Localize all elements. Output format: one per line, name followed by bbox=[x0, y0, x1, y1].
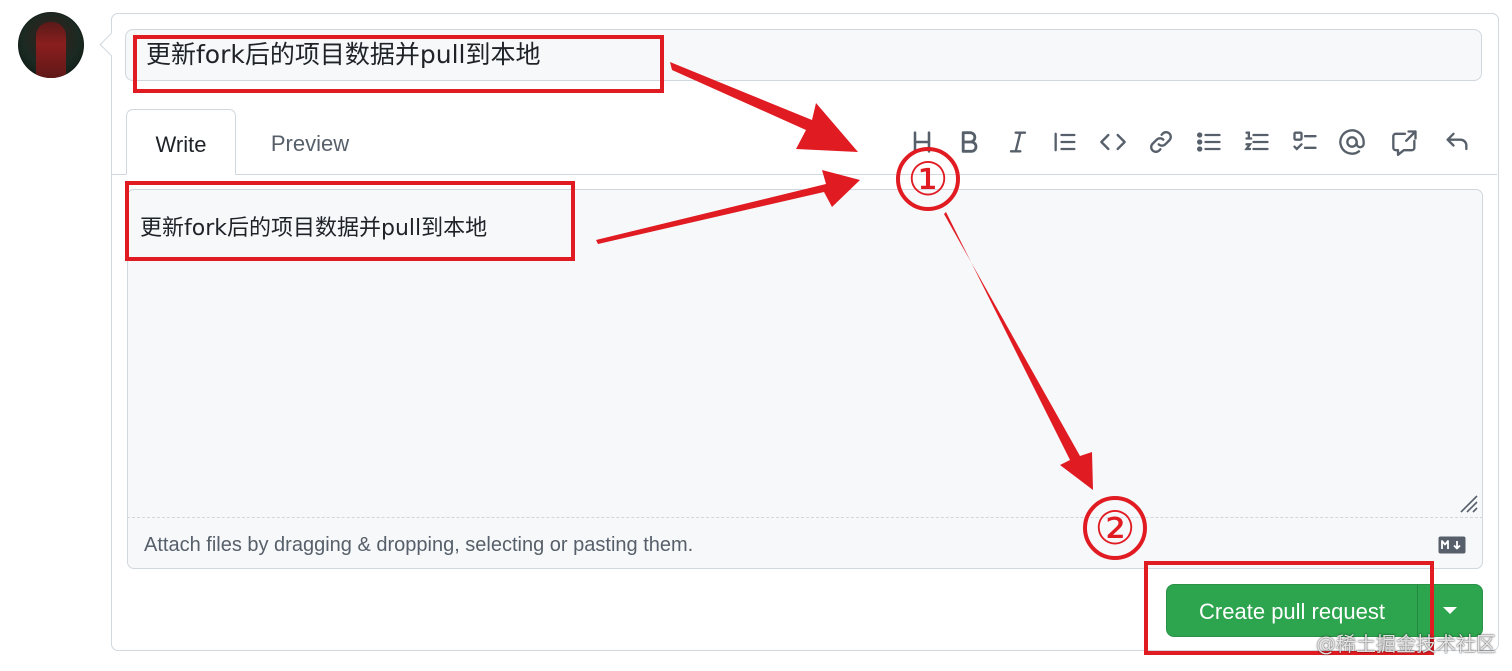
arrow-body-to-step1 bbox=[596, 170, 860, 244]
arrow-title-to-step1 bbox=[670, 62, 858, 152]
watermark: @稀土掘金技术社区 bbox=[1316, 632, 1496, 656]
arrow-step1-to-step2 bbox=[944, 212, 1093, 490]
page: 更新fork后的项目数据并pull到本地 Write Preview 更新for… bbox=[0, 0, 1512, 671]
annotation-arrows bbox=[596, 62, 1093, 490]
